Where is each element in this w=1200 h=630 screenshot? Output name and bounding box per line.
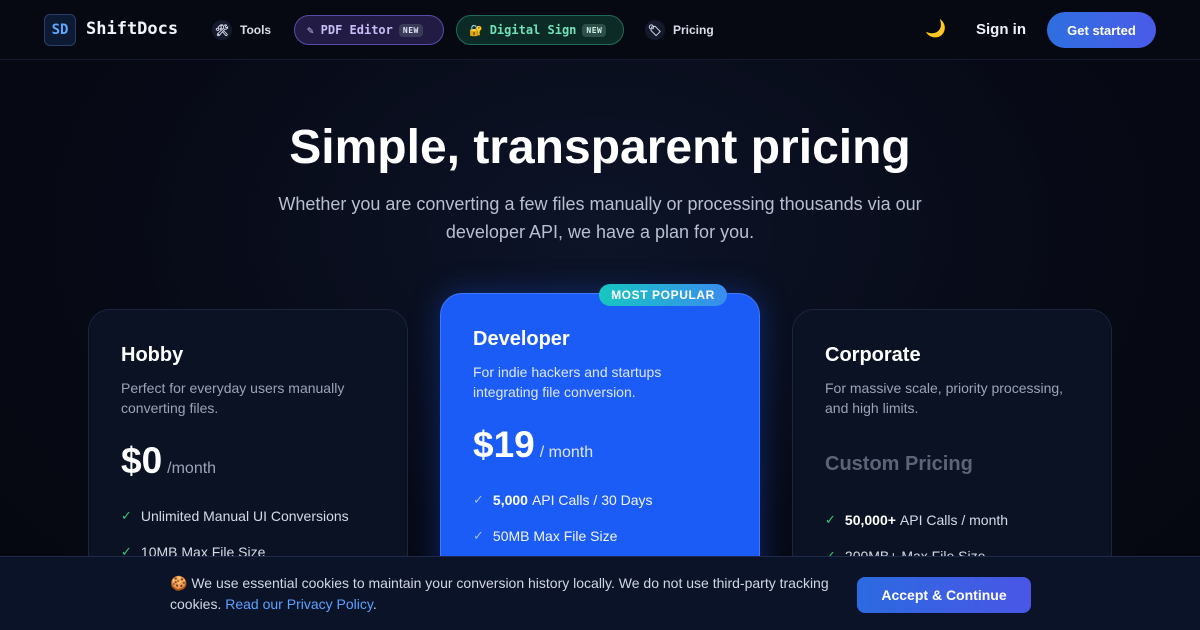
plan-description: For indie hackers and startups integrati… <box>473 364 662 400</box>
nav-pdf-editor-label: PDF Editor <box>320 23 393 37</box>
feature-text: API Calls / month <box>899 512 1009 528</box>
price-period: /month <box>167 460 217 477</box>
page-subtitle: Whether you are converting a few files m… <box>278 194 922 242</box>
edit-icon: ✎ <box>307 23 314 37</box>
new-badge: NEW <box>582 23 607 37</box>
feature-text: 50MB Max File Size <box>492 528 618 544</box>
plan-name: Corporate <box>825 344 921 366</box>
price-amount: $0 <box>121 440 163 481</box>
sign-in-link[interactable]: Sign in <box>976 21 1026 38</box>
nav-digital-sign[interactable]: 🔐 Digital Sign NEW <box>456 15 624 45</box>
plan-price: $19 / month <box>473 424 593 466</box>
check-icon: ✓ <box>473 492 484 507</box>
accept-cookies-button[interactable]: Accept & Continue <box>857 577 1031 613</box>
check-icon: ✓ <box>473 528 484 543</box>
plan-description: Perfect for everyday users manually conv… <box>121 380 345 416</box>
cookie-message: 🍪 We use essential cookies to maintain y… <box>170 573 830 615</box>
feature-highlight: 50,000+ <box>844 512 896 528</box>
nav-tools[interactable]: 🛠 Tools <box>212 15 271 45</box>
price-amount: $19 <box>473 424 535 465</box>
nav-tools-label: Tools <box>240 23 272 37</box>
feature-item: ✓ 5,000 API Calls / 30 Days <box>473 492 653 508</box>
nav-pricing[interactable]: 🏷 Pricing <box>645 15 714 45</box>
plan-description: For massive scale, priority processing, … <box>825 380 1064 416</box>
cookie-icon: 🍪 <box>170 575 188 591</box>
check-icon: ✓ <box>121 508 132 523</box>
new-badge: NEW <box>398 23 423 37</box>
moon-icon[interactable]: 🌙 <box>925 19 946 39</box>
tools-icon: 🛠 <box>212 20 232 40</box>
feature-item: ✓ 50,000+ API Calls / month <box>825 512 1008 528</box>
feature-highlight: 5,000 <box>492 492 528 508</box>
lock-key-icon: 🔐 <box>469 23 483 37</box>
custom-pricing-label: Custom Pricing <box>825 453 973 475</box>
privacy-policy-link[interactable]: Read our Privacy Policy <box>225 596 373 612</box>
feature-text: Unlimited Manual UI Conversions <box>140 508 349 524</box>
price-tag-icon: 🏷 <box>645 20 665 40</box>
plan-price: $0 /month <box>121 440 216 482</box>
plan-name: Hobby <box>121 344 184 366</box>
cookie-banner: 🍪 We use essential cookies to maintain y… <box>0 556 1200 630</box>
nav-pdf-editor[interactable]: ✎ PDF Editor NEW <box>294 15 444 45</box>
feature-item: ✓ Unlimited Manual UI Conversions <box>121 508 349 524</box>
check-icon: ✓ <box>825 512 836 527</box>
top-navbar: SD ShiftDocs 🛠 Tools ✎ PDF Editor NEW 🔐 … <box>0 0 1200 60</box>
feature-item: ✓ 50MB Max File Size <box>473 528 617 544</box>
cookie-text-end: . <box>372 596 377 612</box>
feature-text: API Calls / 30 Days <box>531 492 653 508</box>
price-period: / month <box>539 444 594 461</box>
plan-name: Developer <box>473 328 570 350</box>
get-started-button[interactable]: Get started <box>1047 12 1156 48</box>
nav-pricing-label: Pricing <box>673 23 714 37</box>
page-title: Simple, transparent pricing <box>289 121 911 174</box>
brand-name[interactable]: ShiftDocs <box>86 19 178 39</box>
logo-mark[interactable]: SD <box>44 14 76 46</box>
nav-digital-sign-label: Digital Sign <box>489 23 577 37</box>
most-popular-badge: MOST POPULAR <box>599 284 727 306</box>
